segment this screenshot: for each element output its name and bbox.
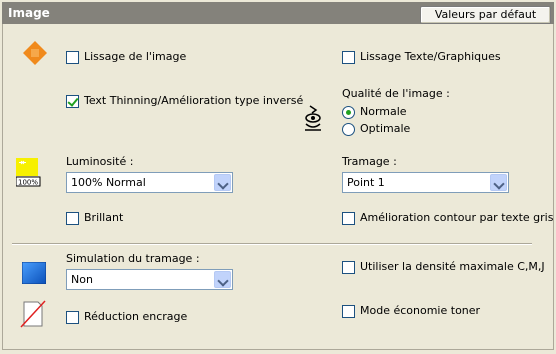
quality-icon — [305, 105, 321, 131]
qualite-label: Qualité de l'image : — [342, 87, 450, 100]
text-thinning-label: Text Thinning/Amélioration type inversé — [84, 94, 304, 107]
section-divider — [12, 243, 532, 245]
default-values-button[interactable]: Valeurs par défaut — [420, 6, 551, 24]
reduction-encrage-checkbox[interactable] — [66, 311, 79, 324]
tramage-value: Point 1 — [347, 176, 385, 189]
panel-title: Image — [8, 6, 50, 20]
qualite-optimale-label: Optimale — [360, 122, 411, 135]
tramage-select[interactable]: Point 1 — [342, 172, 509, 193]
densite-max-label: Utiliser la densité maximale C,M,J — [360, 260, 545, 273]
chevron-down-icon[interactable] — [214, 271, 231, 288]
image-settings-panel: Image Valeurs par défaut Lissage de l'im… — [0, 0, 556, 354]
brillant-checkbox[interactable] — [66, 212, 79, 225]
luminosite-value: 100% Normal — [71, 176, 146, 189]
simulation-select[interactable]: Non — [66, 269, 233, 290]
luminosite-select[interactable]: 100% Normal — [66, 172, 233, 193]
economie-toner-checkbox[interactable] — [342, 305, 355, 318]
halftone-icon — [22, 262, 46, 284]
qualite-optimale-radio[interactable] — [342, 123, 355, 136]
luminosite-label: Luminosité : — [66, 155, 134, 168]
title-bar: Image Valeurs par défaut — [2, 2, 554, 24]
chevron-down-icon[interactable] — [214, 174, 231, 191]
lissage-texte-checkbox[interactable] — [342, 51, 355, 64]
toner-reduction-icon — [20, 300, 46, 328]
simulation-value: Non — [71, 273, 93, 286]
svg-text:100%: 100% — [18, 179, 38, 187]
economie-toner-label: Mode économie toner — [360, 304, 481, 317]
tramage-label: Tramage : — [342, 155, 397, 168]
amelioration-contour-checkbox[interactable] — [342, 212, 355, 225]
lissage-texte-label: Lissage Texte/Graphiques — [360, 50, 501, 63]
text-thinning-checkbox[interactable] — [66, 95, 79, 108]
brightness-icon: 100% — [16, 158, 41, 187]
chevron-down-icon[interactable] — [490, 174, 507, 191]
lissage-image-checkbox[interactable] — [66, 51, 79, 64]
qualite-normale-label: Normale — [360, 105, 407, 118]
qualite-normale-radio[interactable] — [342, 106, 355, 119]
amelioration-contour-label: Amélioration contour par texte gris — [360, 211, 554, 224]
simulation-label: Simulation du tramage : — [66, 252, 200, 265]
densite-max-checkbox[interactable] — [342, 261, 355, 274]
smoothing-icon — [23, 41, 47, 65]
brillant-label: Brillant — [84, 211, 124, 224]
lissage-image-label: Lissage de l'image — [84, 50, 187, 63]
reduction-encrage-label: Réduction encrage — [84, 310, 188, 323]
